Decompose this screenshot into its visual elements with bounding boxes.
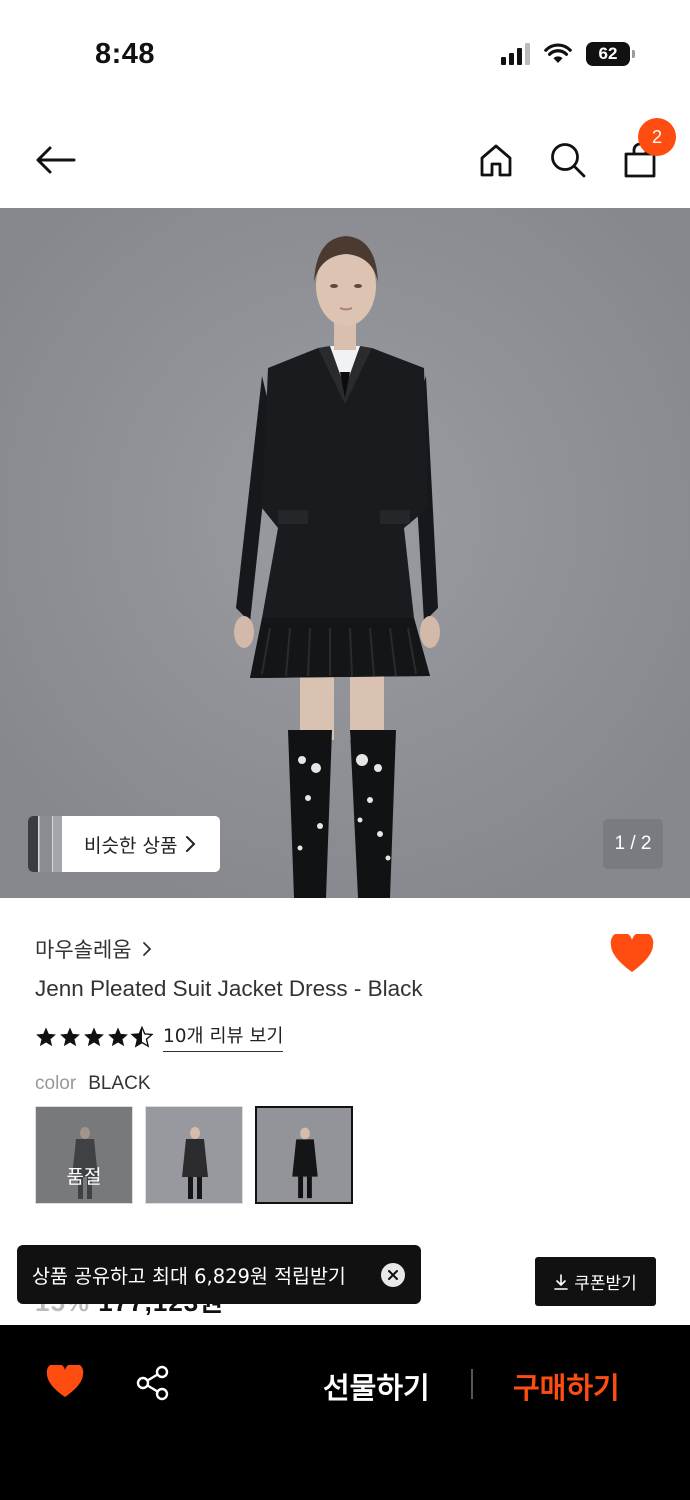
similar-products-label: 비슷한 상품 — [84, 834, 178, 857]
home-icon — [480, 144, 512, 177]
back-button[interactable] — [27, 132, 83, 188]
similar-products-button[interactable]: 비슷한 상품 — [28, 816, 220, 872]
toast-message: 상품 공유하고 최대 6,829원 적립받기 — [32, 1265, 346, 1288]
buy-button[interactable]: 구매하기 — [513, 1365, 620, 1407]
chevron-right-icon — [186, 836, 196, 852]
reviews-link[interactable]: 10개 리뷰 보기 — [163, 1022, 284, 1052]
coupon-download-button[interactable]: 쿠폰받기 — [535, 1257, 656, 1306]
top-nav: 2 — [0, 110, 690, 208]
wishlist-heart-icon[interactable] — [610, 934, 654, 974]
product-title: Jenn Pleated Suit Jacket Dress - Black — [35, 976, 423, 1001]
star-icon — [60, 1027, 80, 1047]
color-swatches: 품절 — [35, 1106, 353, 1204]
star-icon — [36, 1027, 56, 1047]
rating-row: 10개 리뷰 보기 — [35, 1022, 284, 1052]
toast-close-button[interactable] — [381, 1263, 405, 1287]
star-icon — [84, 1027, 104, 1047]
gift-button[interactable]: 선물하기 — [323, 1365, 430, 1407]
swatch-thumbnail — [146, 1107, 242, 1203]
brand-name: 마우솔레움 — [35, 938, 132, 962]
image-page-indicator: 1 / 2 — [603, 819, 663, 869]
status-bar: 8:48 62 — [0, 0, 690, 110]
color-label: color — [35, 1073, 77, 1094]
similar-products-thumbnail — [28, 816, 62, 872]
search-button[interactable] — [540, 132, 596, 188]
cellular-signal-icon — [501, 43, 530, 65]
product-photo — [0, 208, 690, 898]
chevron-right-icon — [142, 942, 151, 956]
star-rating — [35, 1026, 153, 1048]
half-star-icon — [131, 1026, 153, 1048]
home-button[interactable] — [468, 132, 524, 188]
battery-icon: 62 — [586, 42, 635, 66]
color-value: BLACK — [88, 1073, 151, 1094]
sold-out-overlay: 품절 — [36, 1107, 132, 1203]
bottom-action-bar: 선물하기 구매하기 — [0, 1325, 690, 1500]
cart-count-badge: 2 — [638, 118, 676, 156]
color-option-row: color BLACK — [35, 1073, 151, 1095]
divider — [471, 1369, 473, 1399]
search-icon — [551, 143, 586, 178]
close-icon — [388, 1270, 398, 1280]
download-icon — [554, 1273, 569, 1290]
coupon-label: 쿠폰받기 — [574, 1274, 637, 1294]
wifi-icon — [544, 43, 572, 63]
status-time: 8:48 — [95, 38, 156, 70]
like-heart-icon[interactable] — [46, 1365, 84, 1399]
cart-button[interactable]: 2 — [612, 118, 676, 188]
brand-link[interactable]: 마우솔레움 — [35, 934, 152, 964]
share-icon[interactable] — [136, 1365, 170, 1401]
product-image-gallery[interactable]: 비슷한 상품 1 / 2 — [0, 208, 690, 898]
share-reward-toast[interactable]: 상품 공유하고 최대 6,829원 적립받기 — [17, 1245, 421, 1304]
color-swatch[interactable] — [145, 1106, 243, 1204]
color-swatch[interactable]: 품절 — [35, 1106, 133, 1204]
status-icons: 62 — [501, 42, 635, 66]
star-icon — [108, 1027, 128, 1047]
swatch-thumbnail — [257, 1108, 351, 1202]
back-arrow-icon — [36, 146, 76, 174]
color-swatch-selected[interactable] — [255, 1106, 353, 1204]
